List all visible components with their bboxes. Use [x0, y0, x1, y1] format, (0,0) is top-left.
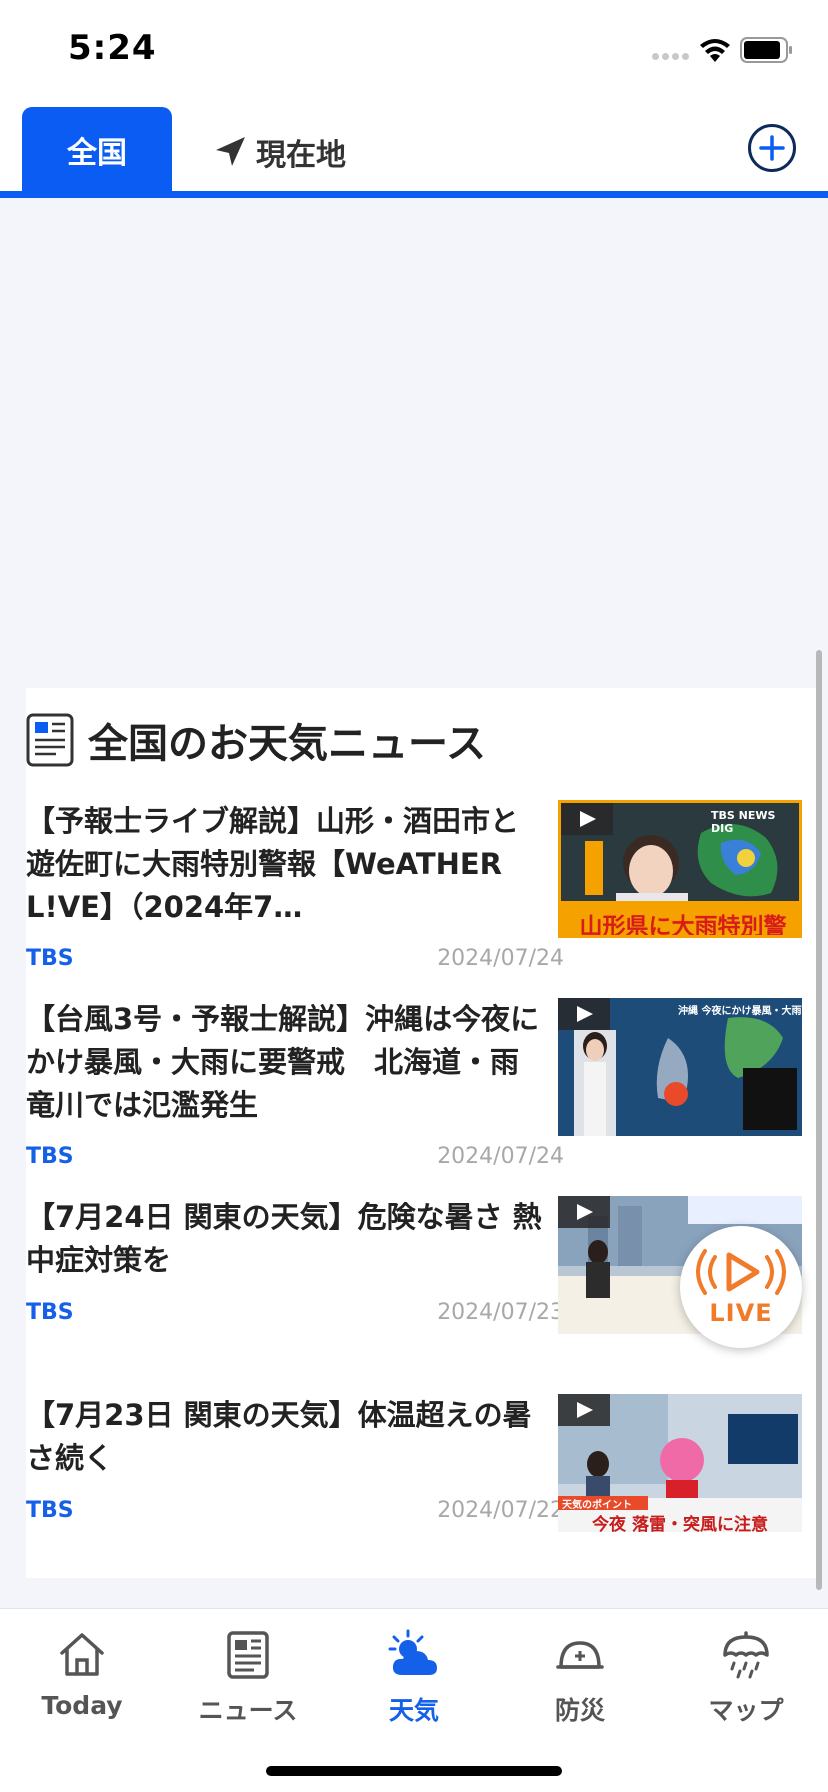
- video-play-badge: [558, 1196, 610, 1228]
- news-item-date: 2024/07/24: [437, 946, 564, 971]
- news-item-source: TBS: [26, 946, 74, 971]
- news-list-item[interactable]: 【7月23日 関東の天気】体温超えの暑さ続く TBS 2024/07/22 天気…: [26, 1394, 816, 1564]
- newspaper-icon: [227, 1631, 269, 1679]
- weather-content-area: 全国のお天気ニュース 【予報士ライブ解説】山形・酒田市と遊佐町に大雨特別警報【W…: [0, 198, 828, 1608]
- live-broadcast-icon: [696, 1249, 786, 1295]
- video-play-badge: [561, 803, 613, 835]
- play-icon: [577, 1006, 593, 1022]
- region-tab-header: 全国 現在地: [0, 100, 828, 198]
- home-icon: [60, 1633, 104, 1676]
- tab-disaster-prevention-label: 防災: [554, 1696, 605, 1725]
- tab-today[interactable]: Today: [17, 1629, 147, 1729]
- news-item-source: TBS: [26, 1498, 74, 1523]
- thumbnail-caption: 今夜 落雷・突風に注意: [592, 1515, 768, 1532]
- tab-current-location[interactable]: 現在地: [212, 130, 346, 174]
- tab-weather-label: 天気: [388, 1696, 439, 1725]
- tab-nationwide-label: 全国: [67, 136, 127, 171]
- weather-icon: [388, 1629, 437, 1675]
- news-thumbnail: 沖縄 今夜にかけ暴風・大雨警戒: [558, 998, 802, 1136]
- news-item-title: 【7月23日 関東の天気】体温超えの暑さ続く: [26, 1398, 532, 1475]
- play-icon: [577, 1402, 593, 1418]
- news-item-source: TBS: [26, 1300, 74, 1325]
- tab-map-label: マップ: [708, 1696, 784, 1725]
- news-item-date: 2024/07/23: [437, 1300, 564, 1325]
- news-section-title: 全国のお天気ニュース: [88, 721, 486, 767]
- plus-icon: [759, 135, 785, 161]
- news-item-source: TBS: [26, 1144, 74, 1169]
- tab-today-label: Today: [41, 1691, 123, 1720]
- location-arrow-icon: [216, 137, 245, 166]
- news-thumbnail: 天気のポイント 今夜 落雷・突風に注意: [558, 1394, 802, 1532]
- helmet-icon: [556, 1641, 604, 1669]
- tab-current-location-label: 現在地: [256, 138, 346, 173]
- thumbnail-channel-tag: 沖縄 今夜にかけ暴風・大雨警戒: [678, 1006, 802, 1017]
- status-bar: 5:24: [0, 0, 828, 100]
- news-section-header: 全国のお天気ニュース: [26, 710, 486, 770]
- newspaper-icon: [26, 713, 74, 767]
- tab-map[interactable]: マップ: [681, 1629, 811, 1729]
- video-play-badge: [558, 1394, 610, 1426]
- status-time: 5:24: [68, 28, 157, 68]
- thumbnail-caption: 山形県に大雨特別警報: [579, 914, 787, 938]
- news-item-title: 【台風3号・予報士解説】沖縄は今夜にかけ暴風・大雨に要警戒 北海道・雨竜川では氾…: [26, 1002, 540, 1122]
- news-thumbnail: TBS NEWS DIG 山形県に大雨特別警報: [558, 800, 802, 938]
- thumbnail-channel-tag: TBS NEWS DIG: [711, 809, 776, 835]
- cellular-signal-icon: [652, 53, 690, 63]
- scrollbar[interactable]: [816, 650, 822, 1590]
- umbrella-map-icon: [723, 1631, 769, 1679]
- wifi-icon: [700, 39, 730, 62]
- home-indicator[interactable]: [266, 1766, 562, 1776]
- live-label: LIVE: [709, 1299, 773, 1327]
- tab-underline: [0, 191, 828, 198]
- thumbnail-tag: 天気のポイント: [562, 1500, 632, 1511]
- bottom-tab-bar: Today ニュース 天気 防災 マップ: [0, 1608, 828, 1792]
- video-play-badge: [558, 998, 610, 1030]
- news-list-item[interactable]: 【予報士ライブ解説】山形・酒田市と遊佐町に大雨特別警報【WeATHER L!VE…: [26, 800, 816, 971]
- add-region-button[interactable]: [748, 124, 796, 172]
- tab-nationwide[interactable]: 全国: [22, 107, 172, 193]
- live-stream-button[interactable]: LIVE: [680, 1226, 802, 1348]
- tab-weather[interactable]: 天気: [349, 1629, 479, 1729]
- news-item-title: 【7月24日 関東の天気】危険な暑さ 熱中症対策を: [26, 1200, 542, 1277]
- news-item-date: 2024/07/22: [437, 1498, 564, 1523]
- news-item-date: 2024/07/24: [437, 1144, 564, 1169]
- battery-icon: [740, 37, 792, 63]
- weather-news-card: 全国のお天気ニュース 【予報士ライブ解説】山形・酒田市と遊佐町に大雨特別警報【W…: [26, 688, 816, 1578]
- play-icon: [580, 811, 596, 827]
- tab-news[interactable]: ニュース: [183, 1629, 313, 1729]
- play-icon: [577, 1204, 593, 1220]
- news-list-item[interactable]: 【台風3号・予報士解説】沖縄は今夜にかけ暴風・大雨に要警戒 北海道・雨竜川では氾…: [26, 998, 816, 1169]
- tab-news-label: ニュース: [198, 1696, 298, 1725]
- news-item-title: 【予報士ライブ解説】山形・酒田市と遊佐町に大雨特別警報【WeATHER L!VE…: [26, 804, 520, 924]
- tab-disaster-prevention[interactable]: 防災: [515, 1629, 645, 1729]
